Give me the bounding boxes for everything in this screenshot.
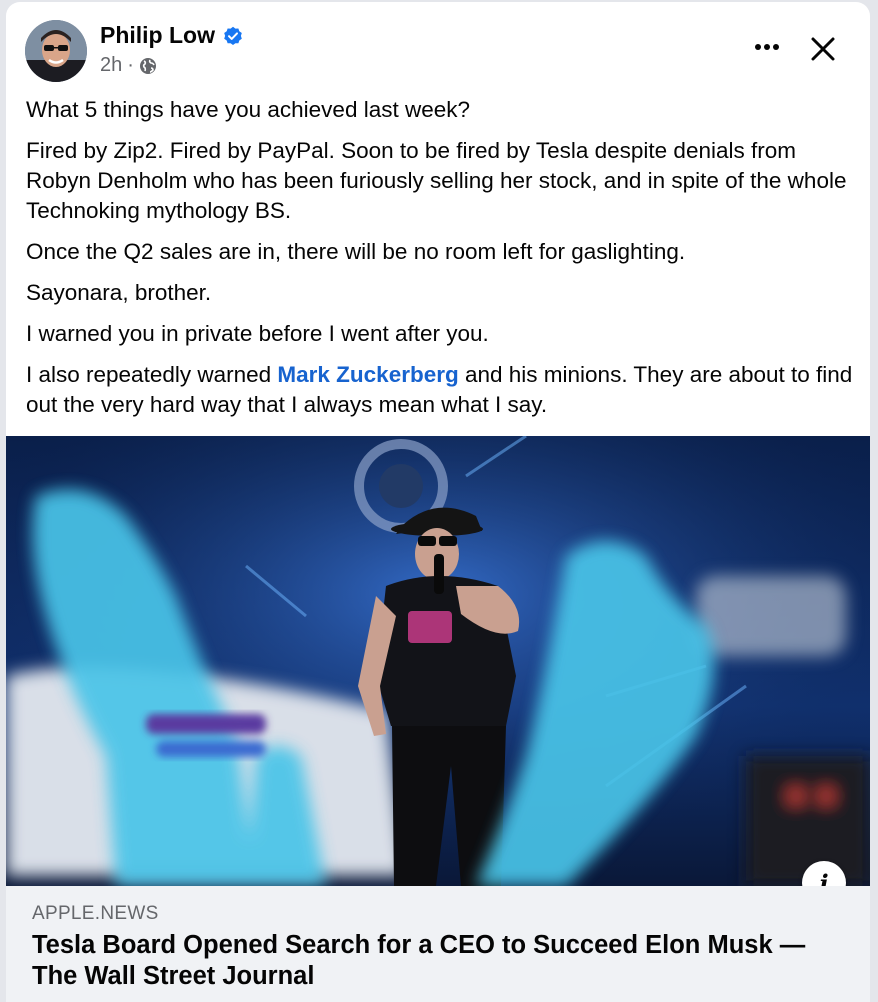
- paragraph-text: I also repeatedly warned: [26, 362, 278, 387]
- post-paragraph: Sayonara, brother.: [26, 280, 212, 305]
- post-meta: 2h ·: [100, 54, 157, 77]
- meta-separator: ·: [127, 54, 134, 76]
- more-icon[interactable]: [750, 32, 784, 62]
- post-paragraph: Fired by Zip2. Fired by PayPal. Soon to …: [26, 138, 847, 223]
- author-row: Philip Low: [100, 22, 243, 49]
- post-card: Philip Low 2h · What 5 things have you a…: [6, 2, 870, 1002]
- post-photo[interactable]: [6, 436, 870, 886]
- post-text: What 5 things have you achieved last wee…: [26, 95, 856, 431]
- post-paragraph: I warned you in private before I went af…: [26, 321, 489, 346]
- post-paragraph: What 5 things have you achieved last wee…: [26, 97, 471, 122]
- post-paragraph: I also repeatedly warned Mark Zuckerberg…: [26, 360, 856, 420]
- post-paragraph: Once the Q2 sales are in, there will be …: [26, 239, 686, 264]
- post-time[interactable]: 2h: [100, 54, 122, 77]
- link-preview[interactable]: APPLE.NEWS Tesla Board Opened Search for…: [6, 886, 870, 1002]
- globe-icon[interactable]: [139, 57, 157, 75]
- close-icon[interactable]: [806, 32, 840, 66]
- avatar-image: [25, 20, 87, 82]
- post-header: Philip Low 2h ·: [6, 2, 870, 92]
- avatar[interactable]: [25, 20, 87, 82]
- link-source: APPLE.NEWS: [32, 903, 159, 924]
- verified-badge-icon: [223, 26, 243, 46]
- mention-link[interactable]: Mark Zuckerberg: [277, 362, 458, 387]
- author-name[interactable]: Philip Low: [100, 22, 215, 49]
- link-headline[interactable]: Tesla Board Opened Search for a CEO to S…: [32, 930, 832, 992]
